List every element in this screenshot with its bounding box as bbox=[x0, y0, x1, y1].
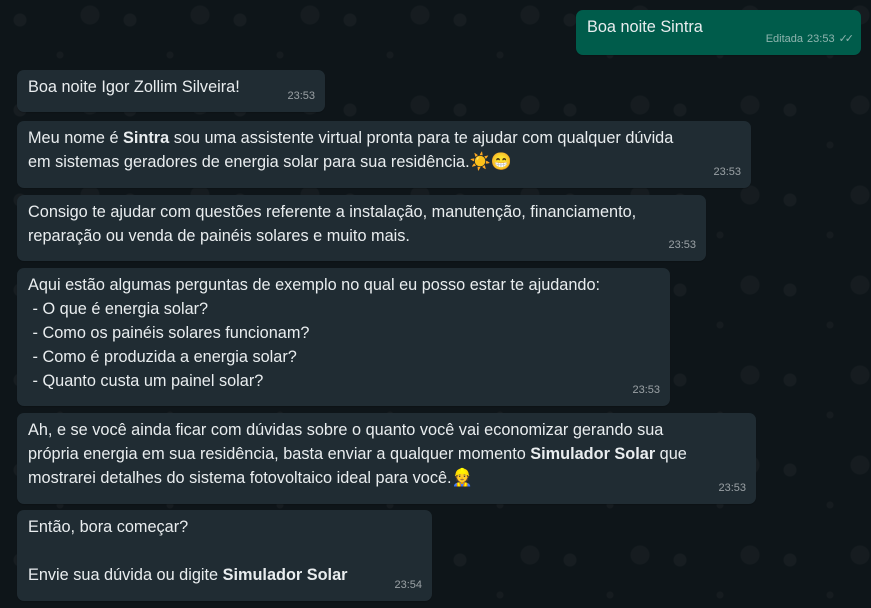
message-text: Aqui estão algumas perguntas de exemplo … bbox=[28, 276, 601, 390]
message-text: Boa noite Igor Zollim Silveira! bbox=[28, 78, 240, 96]
incoming-message[interactable]: Boa noite Igor Zollim Silveira! 23:53 bbox=[17, 70, 325, 112]
incoming-message[interactable]: Consigo te ajudar com questões referente… bbox=[17, 195, 706, 261]
chat-area[interactable]: Boa noite Sintra Editada 23:53 ✓✓ Boa no… bbox=[0, 0, 871, 608]
message-meta: Editada 23:53 ✓✓ bbox=[765, 27, 855, 51]
message-time: 23:53 bbox=[718, 482, 746, 494]
incoming-message[interactable]: Aqui estão algumas perguntas de exemplo … bbox=[17, 268, 670, 406]
read-ticks-icon: ✓✓ bbox=[838, 33, 855, 45]
message-meta: 23:53 bbox=[718, 476, 746, 500]
incoming-message[interactable]: Meu nome é Sintra sou uma assistente vir… bbox=[17, 121, 751, 188]
message-text: Consigo te ajudar com questões referente… bbox=[28, 203, 637, 245]
message-text: Então, bora começar? Envie sua dúvida ou… bbox=[28, 518, 348, 584]
message-meta: 23:53 bbox=[632, 378, 660, 402]
message-time: 23:53 bbox=[632, 384, 660, 396]
message-time: 23:53 bbox=[713, 166, 741, 178]
message-time: 23:53 bbox=[668, 239, 696, 251]
message-meta: 23:53 bbox=[668, 233, 696, 257]
message-time: 23:53 bbox=[807, 33, 835, 45]
message-text: Ah, e se você ainda ficar com dúvidas so… bbox=[28, 421, 687, 487]
message-time: 23:54 bbox=[394, 579, 422, 591]
sun-emoji-icon: ☀️😁 bbox=[469, 152, 512, 171]
incoming-message[interactable]: Ah, e se você ainda ficar com dúvidas so… bbox=[17, 413, 756, 504]
message-meta: 23:54 bbox=[394, 573, 422, 597]
message-text: Boa noite Sintra bbox=[587, 18, 703, 36]
worker-emoji-icon: 👷 bbox=[451, 468, 473, 487]
message-time: 23:53 bbox=[287, 90, 315, 102]
message-meta: 23:53 bbox=[287, 84, 315, 108]
edited-label: Editada bbox=[765, 33, 804, 45]
outgoing-message[interactable]: Boa noite Sintra Editada 23:53 ✓✓ bbox=[576, 10, 861, 55]
message-text: Meu nome é Sintra sou uma assistente vir… bbox=[28, 129, 674, 171]
message-meta: 23:53 bbox=[713, 160, 741, 184]
incoming-message[interactable]: Então, bora começar? Envie sua dúvida ou… bbox=[17, 510, 432, 601]
